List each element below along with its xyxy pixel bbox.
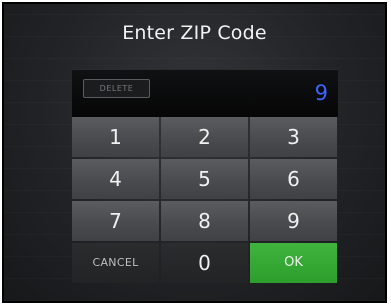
key-4-label: 4 xyxy=(109,167,122,191)
delete-button[interactable]: DELETE xyxy=(83,79,150,98)
cancel-label: CANCEL xyxy=(92,256,139,269)
entered-zip-value: 9 xyxy=(314,81,328,105)
dialog-title: Enter ZIP Code xyxy=(122,22,267,44)
key-0-button[interactable]: 0 xyxy=(161,243,248,283)
zip-code-dialog: Enter ZIP Code DELETE 9 1 2 3 4 5 6 7 8 … xyxy=(2,2,387,303)
zip-display: DELETE 9 xyxy=(72,69,338,117)
key-3-label: 3 xyxy=(287,125,300,149)
ok-button[interactable]: OK xyxy=(250,243,337,283)
key-5-label: 5 xyxy=(198,167,211,191)
cancel-button[interactable]: CANCEL xyxy=(72,243,159,283)
key-0-label: 0 xyxy=(198,251,211,275)
key-6-label: 6 xyxy=(287,167,300,191)
key-8-button[interactable]: 8 xyxy=(161,201,248,241)
key-9-label: 9 xyxy=(287,209,300,233)
key-2-label: 2 xyxy=(198,125,211,149)
key-7-label: 7 xyxy=(109,209,122,233)
key-4-button[interactable]: 4 xyxy=(72,159,159,199)
key-6-button[interactable]: 6 xyxy=(250,159,337,199)
key-5-button[interactable]: 5 xyxy=(161,159,248,199)
key-8-label: 8 xyxy=(198,209,211,233)
key-9-button[interactable]: 9 xyxy=(250,201,337,241)
key-3-button[interactable]: 3 xyxy=(250,117,337,157)
key-1-button[interactable]: 1 xyxy=(72,117,159,157)
key-1-label: 1 xyxy=(109,125,122,149)
numeric-keypad: DELETE 9 1 2 3 4 5 6 7 8 9 CANCEL 0 OK xyxy=(72,69,338,299)
key-2-button[interactable]: 2 xyxy=(161,117,248,157)
key-7-button[interactable]: 7 xyxy=(72,201,159,241)
ok-label: OK xyxy=(284,255,303,270)
